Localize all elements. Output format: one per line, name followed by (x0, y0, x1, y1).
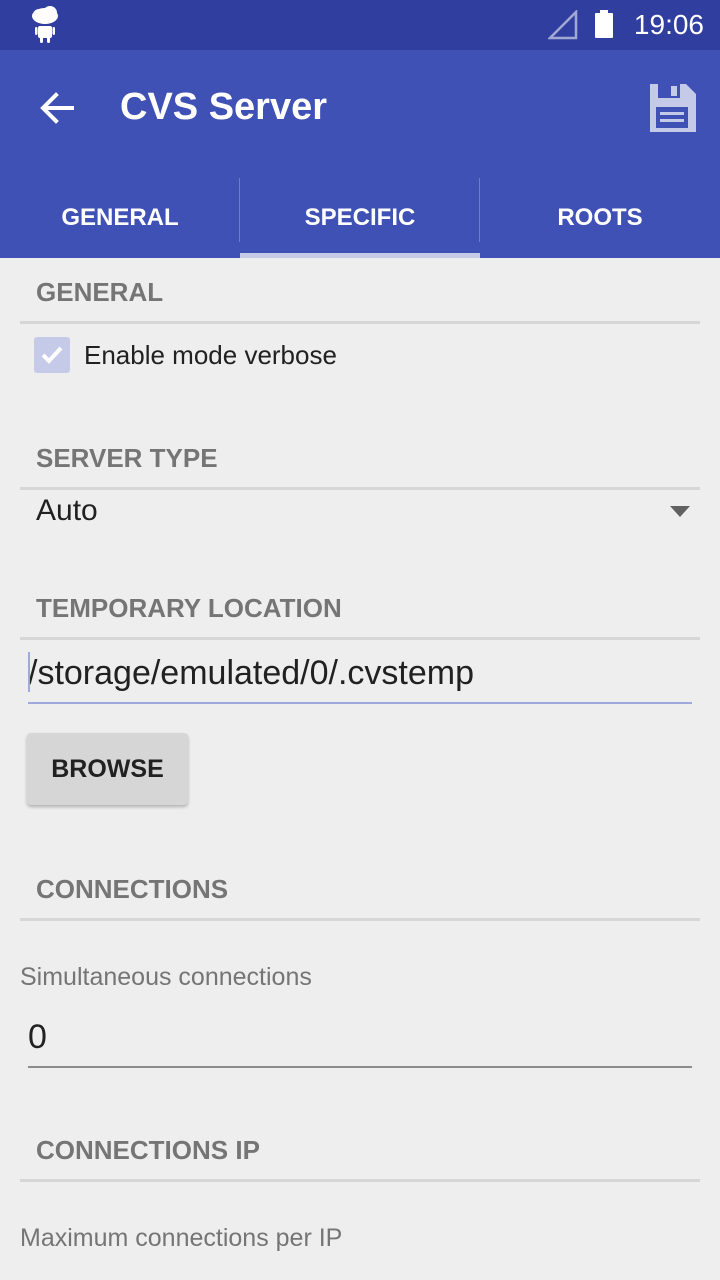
temporary-location-input[interactable] (28, 644, 692, 702)
signal-icon (548, 10, 578, 40)
android-cloud-icon (32, 6, 58, 43)
tab-bar: GENERAL SPECIFIC ROOTS (0, 178, 720, 258)
dropdown-arrow-icon (670, 506, 690, 517)
back-arrow-icon[interactable] (30, 80, 86, 136)
temporary-location-field[interactable] (28, 644, 692, 704)
save-icon[interactable] (644, 80, 700, 136)
checkmark-icon (41, 346, 63, 364)
browse-button[interactable]: BROWSE (27, 733, 188, 805)
status-bar: 19:06 (0, 0, 720, 50)
status-time: 19:06 (633, 9, 704, 40)
settings-content: GENERAL Enable mode verbose SERVER TYPE … (0, 258, 720, 1280)
verbose-checkbox-row[interactable]: Enable mode verbose (34, 336, 337, 374)
app-bar: CVS Server GENERAL SPECIFIC ROOTS (0, 50, 720, 258)
section-header-general: GENERAL (20, 260, 700, 324)
tab-specific[interactable]: SPECIFIC (240, 178, 480, 258)
server-type-dropdown[interactable]: Auto (36, 494, 696, 534)
section-header-connections-ip: CONNECTIONS IP (20, 1118, 700, 1182)
battery-icon (595, 10, 613, 38)
tab-general[interactable]: GENERAL (0, 178, 240, 258)
text-cursor (28, 652, 30, 692)
server-type-value: Auto (36, 494, 98, 527)
simultaneous-connections-input[interactable] (28, 1008, 692, 1066)
page-title: CVS Server (120, 86, 328, 128)
simultaneous-connections-label: Simultaneous connections (20, 963, 312, 991)
section-header-connections: CONNECTIONS (20, 857, 700, 921)
verbose-checkbox-label: Enable mode verbose (84, 339, 337, 370)
max-connections-per-ip-label: Maximum connections per IP (20, 1224, 343, 1252)
verbose-checkbox[interactable] (34, 337, 70, 373)
section-header-server-type: SERVER TYPE (20, 426, 700, 490)
section-header-temporary-location: TEMPORARY LOCATION (20, 576, 700, 640)
tab-roots[interactable]: ROOTS (480, 178, 720, 258)
simultaneous-connections-field[interactable] (28, 1008, 692, 1068)
